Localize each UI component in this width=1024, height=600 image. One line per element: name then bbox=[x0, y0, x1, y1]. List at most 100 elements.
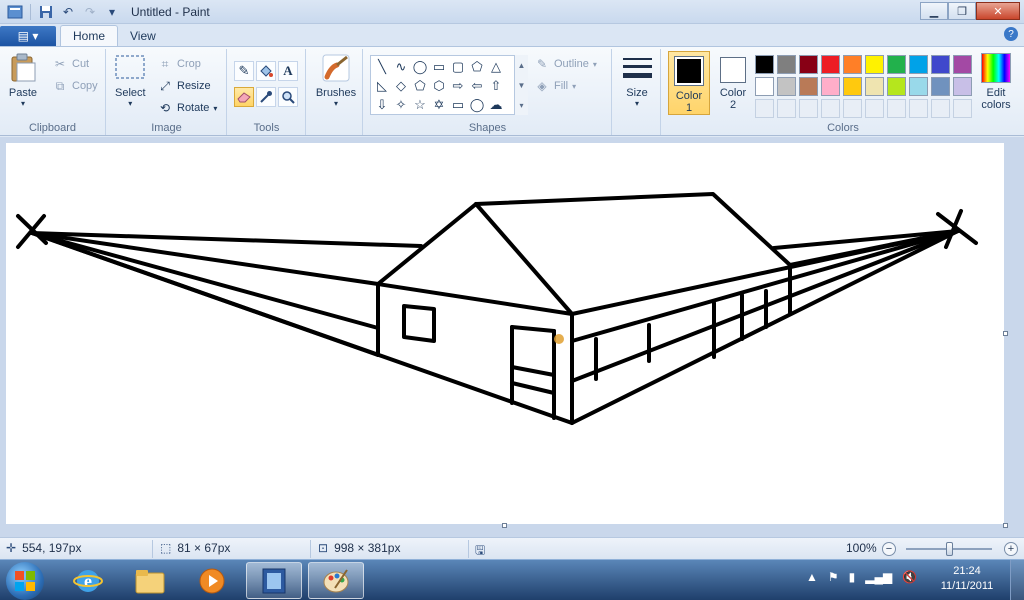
color-swatch[interactable] bbox=[909, 55, 928, 74]
color-swatch[interactable] bbox=[887, 77, 906, 96]
custom-color-slot[interactable] bbox=[821, 99, 840, 118]
diamond-shape-icon[interactable]: ◇ bbox=[392, 77, 410, 95]
color-swatch[interactable] bbox=[953, 55, 972, 74]
brushes-button[interactable]: Brushes ▾ bbox=[315, 53, 357, 108]
scroll-up-icon[interactable]: ▲ bbox=[518, 61, 526, 70]
paint-app-icon[interactable] bbox=[6, 3, 24, 21]
magnifier-icon[interactable] bbox=[278, 87, 298, 107]
minimize-button[interactable]: ▁ bbox=[920, 2, 948, 20]
color-picker-icon[interactable] bbox=[256, 87, 276, 107]
color-swatch[interactable] bbox=[777, 77, 796, 96]
resize-handle-right[interactable] bbox=[1003, 331, 1008, 336]
copy-button[interactable]: ⧉ Copy bbox=[52, 77, 98, 95]
movie-maker-icon[interactable] bbox=[246, 562, 302, 599]
color-swatch[interactable] bbox=[821, 77, 840, 96]
rotate-button[interactable]: ⟲ Rotate ▾ bbox=[157, 99, 217, 117]
triangle-shape-icon[interactable]: △ bbox=[487, 58, 505, 76]
color-swatch[interactable] bbox=[953, 77, 972, 96]
drawing-canvas[interactable] bbox=[6, 143, 1008, 528]
color-swatch[interactable] bbox=[755, 55, 774, 74]
zoom-in-button[interactable]: + bbox=[1004, 542, 1018, 556]
pencil-icon[interactable]: ✎ bbox=[234, 61, 254, 81]
color-swatch[interactable] bbox=[843, 55, 862, 74]
action-center-flag-icon[interactable]: ⚑ bbox=[828, 570, 839, 584]
rectangle-shape-icon[interactable]: ▭ bbox=[430, 58, 448, 76]
network-signal-icon[interactable]: ▂▄▆ bbox=[865, 570, 892, 584]
maximize-button[interactable]: ❐ bbox=[948, 2, 976, 20]
polygon-shape-icon[interactable]: ⬠ bbox=[468, 58, 486, 76]
show-desktop-button[interactable] bbox=[1010, 560, 1024, 600]
right-arrow-shape-icon[interactable]: ⇨ bbox=[449, 77, 467, 95]
tab-home[interactable]: Home bbox=[60, 25, 119, 46]
up-arrow-shape-icon[interactable]: ⇧ bbox=[487, 77, 505, 95]
paste-button[interactable]: Paste ▾ bbox=[8, 53, 38, 108]
size-button[interactable]: Size ▾ bbox=[619, 53, 655, 108]
zoom-out-button[interactable]: − bbox=[882, 542, 896, 556]
edit-colors-button[interactable]: Edit colors bbox=[976, 53, 1016, 111]
rounded-rectangle-shape-icon[interactable]: ▢ bbox=[449, 58, 467, 76]
pentagon-shape-icon[interactable]: ⬠ bbox=[411, 77, 429, 95]
cut-button[interactable]: ✂ Cut bbox=[52, 55, 89, 73]
undo-icon[interactable]: ↶ bbox=[59, 3, 77, 21]
color-swatch[interactable] bbox=[931, 77, 950, 96]
line-shape-icon[interactable]: ╲ bbox=[373, 58, 391, 76]
explorer-icon[interactable] bbox=[122, 562, 178, 599]
start-button[interactable] bbox=[6, 562, 44, 600]
crop-button[interactable]: ⌗ Crop bbox=[157, 55, 201, 73]
close-button[interactable]: ✕ bbox=[976, 2, 1020, 20]
color-swatch[interactable] bbox=[821, 55, 840, 74]
text-icon[interactable]: A bbox=[278, 61, 298, 81]
resize-handle-corner[interactable] bbox=[1003, 523, 1008, 528]
custom-color-slot[interactable] bbox=[777, 99, 796, 118]
expand-gallery-icon[interactable]: ▾ bbox=[519, 101, 523, 110]
zoom-slider-thumb[interactable] bbox=[946, 542, 953, 556]
scroll-down-icon[interactable]: ▼ bbox=[518, 81, 526, 90]
oval-shape-icon[interactable]: ◯ bbox=[411, 58, 429, 76]
paint-menu-button[interactable]: ▤ ▾ bbox=[0, 26, 56, 46]
curve-shape-icon[interactable]: ∿ bbox=[392, 58, 410, 76]
resize-button[interactable]: ⤢ Resize bbox=[157, 77, 210, 95]
save-icon[interactable] bbox=[37, 3, 55, 21]
customize-qat-icon[interactable]: ▾ bbox=[103, 3, 121, 21]
paint-icon[interactable] bbox=[308, 562, 364, 599]
custom-color-slot[interactable] bbox=[887, 99, 906, 118]
right-triangle-shape-icon[interactable]: ◺ bbox=[373, 77, 391, 95]
fill-icon[interactable] bbox=[256, 61, 276, 81]
color-swatch[interactable] bbox=[931, 55, 950, 74]
color-swatch[interactable] bbox=[887, 55, 906, 74]
color-swatch[interactable] bbox=[909, 77, 928, 96]
shapes-scroll[interactable]: ▲ ▼ ▾ bbox=[514, 55, 528, 115]
custom-color-slot[interactable] bbox=[931, 99, 950, 118]
color-swatch[interactable] bbox=[799, 55, 818, 74]
ie-icon[interactable]: e bbox=[60, 562, 116, 599]
select-button[interactable]: Select ▾ bbox=[115, 53, 146, 108]
color-swatch[interactable] bbox=[755, 77, 774, 96]
color-swatch[interactable] bbox=[799, 77, 818, 96]
left-arrow-shape-icon[interactable]: ⇦ bbox=[468, 77, 486, 95]
color-swatch[interactable] bbox=[843, 77, 862, 96]
redo-icon[interactable]: ↷ bbox=[81, 3, 99, 21]
custom-color-slot[interactable] bbox=[865, 99, 884, 118]
eraser-icon[interactable] bbox=[234, 87, 254, 107]
hexagon-shape-icon[interactable]: ⬡ bbox=[430, 77, 448, 95]
callout-cloud-shape-icon[interactable]: ☁ bbox=[487, 96, 505, 114]
taskbar-clock[interactable]: 21:24 11/11/2011 bbox=[934, 564, 1000, 594]
outline-button[interactable]: ✎ Outline ▾ bbox=[534, 55, 597, 73]
power-icon[interactable]: ▮ bbox=[849, 570, 856, 584]
tab-view[interactable]: View bbox=[118, 25, 168, 46]
color-swatch[interactable] bbox=[865, 55, 884, 74]
callout-rect-shape-icon[interactable]: ▭ bbox=[449, 96, 467, 114]
color-swatch[interactable] bbox=[777, 55, 796, 74]
five-point-star-shape-icon[interactable]: ☆ bbox=[411, 96, 429, 114]
custom-color-slot[interactable] bbox=[953, 99, 972, 118]
resize-handle-bottom[interactable] bbox=[502, 523, 507, 528]
four-point-star-shape-icon[interactable]: ✧ bbox=[392, 96, 410, 114]
custom-color-slot[interactable] bbox=[755, 99, 774, 118]
canvas-workspace[interactable] bbox=[0, 137, 1024, 537]
six-point-star-shape-icon[interactable]: ✡ bbox=[430, 96, 448, 114]
fill-button[interactable]: ◈ Fill ▾ bbox=[534, 77, 576, 95]
volume-muted-icon[interactable]: 🔇 bbox=[902, 570, 917, 584]
custom-color-slot[interactable] bbox=[843, 99, 862, 118]
media-player-icon[interactable] bbox=[184, 562, 240, 599]
color2-button[interactable]: Color 2 bbox=[712, 51, 754, 115]
